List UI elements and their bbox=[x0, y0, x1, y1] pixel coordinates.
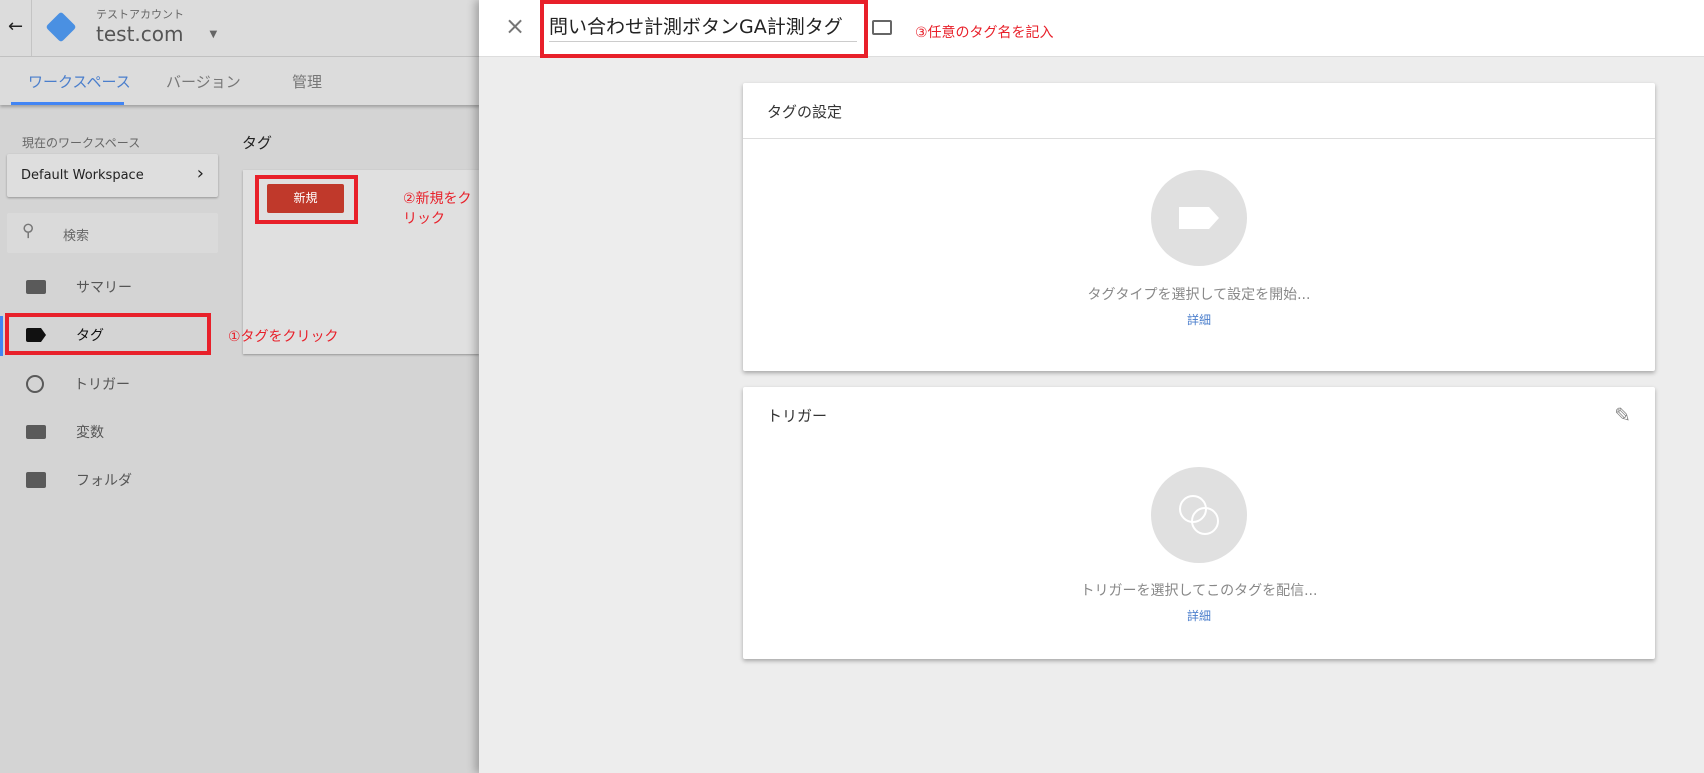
nav-label: サマリー bbox=[76, 280, 132, 296]
card-title: タグの設定 bbox=[767, 103, 843, 121]
edit-pencil-icon[interactable]: ✎ bbox=[1614, 403, 1631, 427]
tag-icon bbox=[1179, 207, 1219, 229]
details-link[interactable]: 詳細 bbox=[743, 311, 1655, 328]
workspace-background: ← テストアカウント test.com ▼ ワークスペース バージョン 管理 現… bbox=[0, 0, 480, 773]
tag-type-placeholder[interactable] bbox=[1151, 170, 1247, 266]
tab-label: ワークスペース bbox=[28, 73, 131, 91]
divider bbox=[743, 138, 1655, 139]
sidebar-item-summary[interactable]: サマリー bbox=[26, 277, 132, 297]
tags-title: タグ bbox=[242, 134, 273, 152]
nav-label: トリガー bbox=[74, 377, 130, 393]
back-arrow-icon[interactable]: ← bbox=[8, 16, 23, 37]
chevron-right-icon: › bbox=[196, 163, 204, 184]
tag-type-hint: タグタイプを選択して設定を開始... bbox=[1087, 287, 1311, 303]
gtm-logo-icon bbox=[45, 11, 77, 43]
folder-icon bbox=[26, 472, 46, 488]
details-link[interactable]: 詳細 bbox=[743, 607, 1655, 624]
container-name: test.com bbox=[96, 22, 184, 46]
nav-label: 変数 bbox=[76, 425, 104, 441]
tab-workspace[interactable]: ワークスペース bbox=[28, 71, 131, 92]
variable-icon bbox=[26, 425, 46, 439]
trigger-placeholder[interactable] bbox=[1151, 467, 1247, 563]
close-icon[interactable]: × bbox=[505, 12, 525, 40]
nav-label: フォルダ bbox=[76, 473, 132, 489]
card-title: トリガー bbox=[767, 407, 828, 425]
triggering-card[interactable]: トリガー ✎ トリガーを選択してこのタグを配信... 詳細 bbox=[743, 387, 1655, 659]
folder-icon[interactable] bbox=[872, 20, 892, 35]
account-name: テストアカウント bbox=[96, 8, 184, 21]
annotation-box-new bbox=[255, 175, 358, 224]
tab-bar: ワークスペース バージョン 管理 bbox=[0, 57, 480, 105]
sidebar-item-folders[interactable]: フォルダ bbox=[26, 470, 132, 490]
annotation-step3: ③任意のタグ名を記入 bbox=[915, 25, 1054, 41]
trigger-hint: トリガーを選択してこのタグを配信... bbox=[1080, 583, 1318, 599]
trigger-icon-ring bbox=[1191, 507, 1219, 535]
trigger-icon bbox=[26, 375, 44, 393]
active-nav-indicator bbox=[0, 316, 3, 356]
top-bar: ← テストアカウント test.com ▼ bbox=[0, 0, 480, 57]
container-selector[interactable]: test.com ▼ bbox=[96, 22, 217, 46]
workspace-selector[interactable]: Default Workspace › bbox=[7, 154, 218, 197]
divider bbox=[31, 0, 32, 57]
annotation-step2: ②新規をクリック bbox=[403, 191, 472, 227]
tag-editor-panel: × 問い合わせ計測ボタンGA計測タグ ③任意のタグ名を記入 タグの設定 タグタイ… bbox=[479, 0, 1704, 773]
summary-icon bbox=[26, 280, 46, 294]
annotation-box-tags bbox=[5, 313, 211, 355]
tag-configuration-card[interactable]: タグの設定 タグタイプを選択して設定を開始... 詳細 bbox=[743, 83, 1655, 371]
tab-label: バージョン bbox=[166, 73, 241, 91]
active-tab-indicator bbox=[11, 102, 124, 105]
annotation-step1: ①タグをクリック bbox=[228, 329, 339, 345]
annotation-box-name bbox=[540, 0, 868, 58]
sidebar-item-triggers[interactable]: トリガー bbox=[26, 374, 130, 394]
tab-admin[interactable]: 管理 bbox=[292, 71, 322, 92]
search-input[interactable]: ⚲ 検索 bbox=[7, 213, 218, 253]
tab-label: 管理 bbox=[292, 73, 323, 91]
panel-header: × 問い合わせ計測ボタンGA計測タグ ③任意のタグ名を記入 bbox=[479, 0, 1704, 58]
sidebar-item-variables[interactable]: 変数 bbox=[26, 422, 104, 442]
tab-versions[interactable]: バージョン bbox=[166, 71, 241, 92]
search-icon: ⚲ bbox=[22, 221, 35, 241]
dropdown-arrow-icon: ▼ bbox=[209, 28, 218, 40]
workspace-label: 現在のワークスペース bbox=[22, 136, 141, 150]
search-placeholder: 検索 bbox=[63, 229, 90, 244]
workspace-name: Default Workspace bbox=[21, 168, 144, 183]
